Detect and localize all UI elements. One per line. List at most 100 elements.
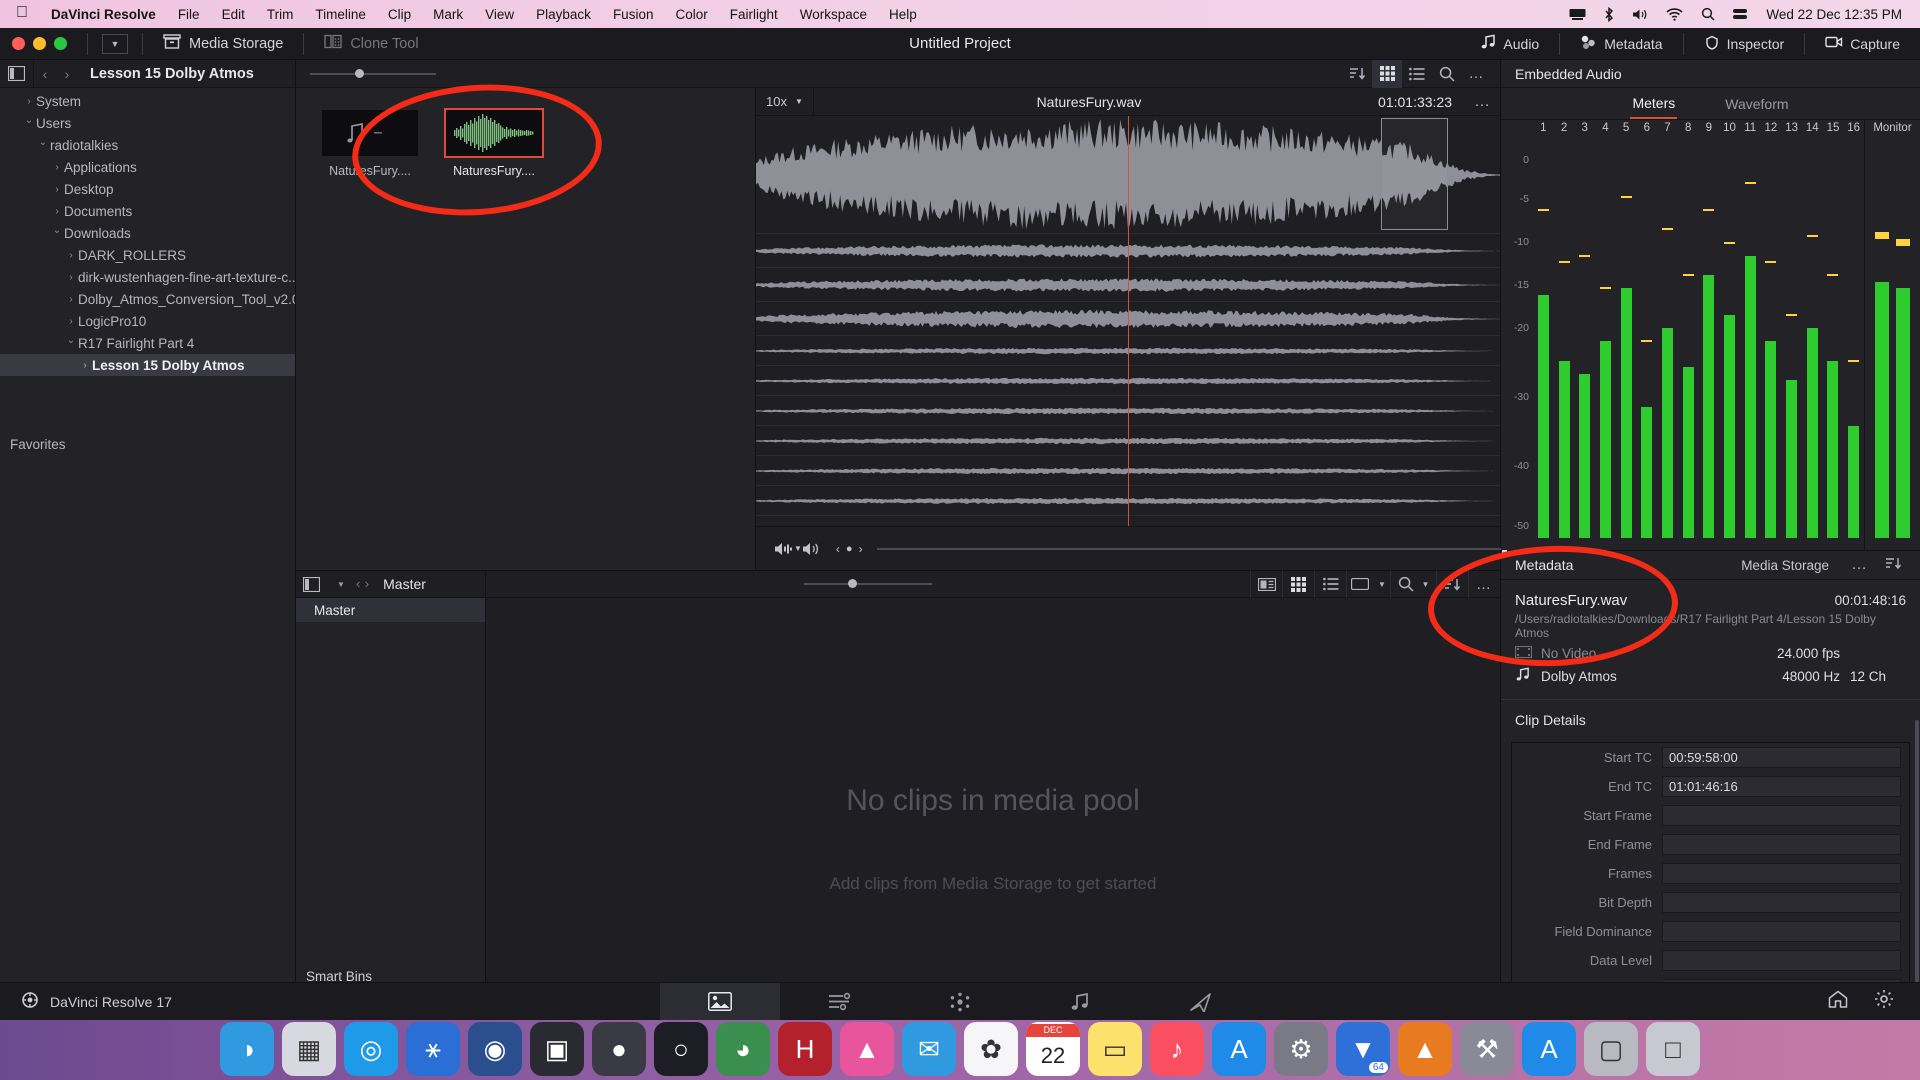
- grid-view-icon[interactable]: [1372, 59, 1402, 88]
- dock-item-trash[interactable]: □: [1646, 1022, 1700, 1076]
- more-options-icon[interactable]: …: [1466, 93, 1500, 111]
- tree-item-radiotalkies[interactable]: ⌄ radiotalkies: [0, 134, 295, 156]
- volume-icon[interactable]: [802, 534, 822, 564]
- media-thumbnail[interactable]: NaturesFury....: [322, 110, 418, 178]
- storage-tree[interactable]: › System ⌄ Users ⌄ radiotalkies › Applications ›…: [0, 88, 295, 418]
- search-icon[interactable]: [1692, 7, 1724, 21]
- dock-item-finder[interactable]: ◑: [220, 1022, 274, 1076]
- menu-timeline[interactable]: Timeline: [304, 7, 377, 22]
- capture-panel-toggle[interactable]: Capture: [1811, 35, 1914, 52]
- dock-item-affinity[interactable]: ▲: [840, 1022, 894, 1076]
- tree-item-users[interactable]: ⌄ Users: [0, 112, 295, 134]
- sort-order-icon[interactable]: [1436, 570, 1468, 598]
- apple-logo-icon[interactable]: : [10, 5, 40, 23]
- dock-item-hdmi-app[interactable]: H: [778, 1022, 832, 1076]
- metadata-view-icon[interactable]: [1250, 570, 1282, 598]
- chevron-right-icon[interactable]: ›: [64, 316, 78, 327]
- dock-item-sharing[interactable]: ⚹: [406, 1022, 460, 1076]
- nav-forward-icon[interactable]: ›: [56, 66, 78, 82]
- clone-tool-toggle[interactable]: Clone Tool: [310, 34, 432, 53]
- chevron-down-icon[interactable]: ⌄: [50, 225, 64, 236]
- sort-order-icon[interactable]: [1342, 60, 1372, 88]
- chevron-right-icon[interactable]: ›: [22, 96, 36, 107]
- audio-waveform-display[interactable]: [756, 116, 1500, 526]
- dock-item-dvd-player[interactable]: ○: [654, 1022, 708, 1076]
- menu-help[interactable]: Help: [878, 7, 928, 22]
- chevron-right-icon[interactable]: ›: [64, 250, 78, 261]
- tree-item-dolby-atmos-conversion-tool-v2-0[interactable]: › Dolby_Atmos_Conversion_Tool_v2.0...: [0, 288, 295, 310]
- chevron-down-icon[interactable]: ▼: [795, 97, 803, 106]
- audio-panel-toggle[interactable]: Audio: [1466, 34, 1553, 53]
- slider-handle[interactable]: [355, 68, 364, 78]
- file-thumbnail-grid[interactable]: NaturesFury.... NaturesFury....: [296, 88, 756, 570]
- zoom-level-selector[interactable]: 10x ▼: [756, 87, 814, 116]
- menu-playback[interactable]: Playback: [525, 7, 602, 22]
- home-icon[interactable]: [1828, 990, 1848, 1013]
- clip-detail-input[interactable]: [1662, 892, 1901, 913]
- dock-item-music[interactable]: ♪: [1150, 1022, 1204, 1076]
- tree-item-r17-fairlight-part-4[interactable]: ⌄ R17 Fairlight Part 4: [0, 332, 295, 354]
- dock-item-davinci-resolve[interactable]: ◉: [468, 1022, 522, 1076]
- clip-detail-input[interactable]: [1662, 834, 1901, 855]
- tree-item-documents[interactable]: › Documents: [0, 200, 295, 222]
- chevron-down-icon[interactable]: ⌄: [64, 335, 78, 346]
- tab-waveform[interactable]: Waveform: [1723, 90, 1790, 118]
- dock-item-mail[interactable]: ✉: [902, 1022, 956, 1076]
- chevron-down-icon[interactable]: ▼: [102, 33, 128, 54]
- tree-item-applications[interactable]: › Applications: [0, 156, 295, 178]
- clip-detail-input[interactable]: [1662, 921, 1901, 942]
- media-storage-toggle[interactable]: Media Storage: [149, 33, 297, 54]
- chevron-right-icon[interactable]: ›: [50, 206, 64, 217]
- close-window-button[interactable]: [12, 37, 25, 50]
- tree-item-dirk-wustenhagen-fine-art-texture-c[interactable]: › dirk-wustenhagen-fine-art-texture-c...: [0, 266, 295, 288]
- playhead[interactable]: [1128, 116, 1129, 526]
- menu-file[interactable]: File: [167, 7, 211, 22]
- menu-trim[interactable]: Trim: [256, 7, 305, 22]
- audio-meter-icon[interactable]: [774, 534, 794, 564]
- more-options-icon[interactable]: …: [1468, 570, 1500, 598]
- menu-fusion[interactable]: Fusion: [602, 7, 665, 22]
- menu-clock[interactable]: Wed 22 Dec 12:35 PM: [1756, 7, 1910, 22]
- folder-nav[interactable]: ‹ ›: [34, 66, 78, 82]
- clip-detail-input[interactable]: [1662, 950, 1901, 971]
- tree-item-downloads[interactable]: ⌄ Downloads: [0, 222, 295, 244]
- settings-icon[interactable]: [1874, 989, 1894, 1014]
- maximize-window-button[interactable]: [54, 37, 67, 50]
- clip-detail-input[interactable]: 01:01:46:16: [1662, 776, 1901, 797]
- dock-item-chrome[interactable]: ◕: [716, 1022, 770, 1076]
- dock-item-system-preferences[interactable]: ⚙: [1274, 1022, 1328, 1076]
- dock-item-screenshot[interactable]: ▢: [1584, 1022, 1638, 1076]
- dock-item-app-store-2[interactable]: A: [1522, 1022, 1576, 1076]
- tree-item-lesson-15-dolby-atmos[interactable]: › Lesson 15 Dolby Atmos: [0, 354, 295, 376]
- page-tab-fairlight[interactable]: [1020, 983, 1140, 1021]
- bin-sidebar-toggle-icon[interactable]: [296, 570, 326, 598]
- grid-view-icon[interactable]: [1282, 570, 1314, 598]
- thumbnail-size-slider[interactable]: [296, 68, 446, 78]
- bin-item-master[interactable]: Master: [296, 598, 485, 622]
- dock-item-vlc[interactable]: ▲: [1398, 1022, 1452, 1076]
- dock-item-notes[interactable]: ▭: [1088, 1022, 1142, 1076]
- tab-meters[interactable]: Meters: [1630, 89, 1678, 119]
- pool-search-icon[interactable]: ▼: [1390, 570, 1436, 598]
- chevron-down-icon[interactable]: ▼: [326, 570, 356, 598]
- chevron-right-icon[interactable]: ›: [50, 184, 64, 195]
- list-view-icon[interactable]: [1314, 570, 1346, 598]
- media-thumbnail[interactable]: NaturesFury....: [444, 108, 544, 178]
- more-options-icon[interactable]: …: [1843, 556, 1877, 574]
- chevron-right-icon[interactable]: ›: [50, 162, 64, 173]
- menu-edit[interactable]: Edit: [211, 7, 256, 22]
- waveform-selection-box[interactable]: [1380, 118, 1448, 230]
- tree-item-logicpro10[interactable]: › LogicPro10: [0, 310, 295, 332]
- menu-clip[interactable]: Clip: [377, 7, 422, 22]
- dock-item-safari[interactable]: ◎: [344, 1022, 398, 1076]
- page-tab-fusion[interactable]: [900, 983, 1020, 1021]
- minimize-window-button[interactable]: [33, 37, 46, 50]
- tree-item-system[interactable]: › System: [0, 90, 295, 112]
- tree-item-desktop[interactable]: › Desktop: [0, 178, 295, 200]
- window-controls[interactable]: [0, 37, 81, 50]
- page-tab-cut[interactable]: [780, 983, 900, 1021]
- page-tab-deliver[interactable]: [1140, 983, 1260, 1021]
- dock-item-nordvpn[interactable]: ▼ 64: [1336, 1022, 1390, 1076]
- dock-item-utilities[interactable]: ⚒: [1460, 1022, 1514, 1076]
- nav-back-icon[interactable]: ‹: [356, 576, 360, 591]
